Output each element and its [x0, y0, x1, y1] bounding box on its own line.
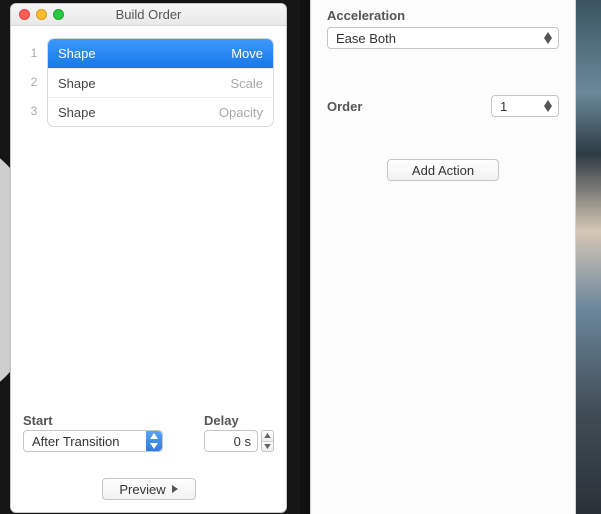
build-effect: Scale	[230, 76, 263, 91]
build-index: 2	[23, 75, 45, 89]
build-row-1[interactable]: Shape Move	[48, 39, 273, 68]
build-name: Shape	[58, 105, 96, 120]
zoom-icon[interactable]	[53, 9, 64, 20]
delay-label: Delay	[204, 413, 274, 428]
delay-field[interactable]	[204, 430, 258, 452]
acceleration-value: Ease Both	[336, 31, 396, 46]
close-icon[interactable]	[19, 9, 30, 20]
build-effect: Move	[231, 46, 263, 61]
order-popup[interactable]: 1	[491, 95, 559, 117]
build-name: Shape	[58, 76, 96, 91]
build-effect: Opacity	[219, 105, 263, 120]
build-index: 3	[23, 104, 45, 118]
chevron-up-icon	[262, 431, 273, 442]
start-value: After Transition	[32, 434, 119, 449]
play-icon	[172, 485, 178, 493]
build-name: Shape	[58, 46, 96, 61]
acceleration-label: Acceleration	[327, 8, 559, 23]
order-value: 1	[500, 99, 507, 114]
preview-label: Preview	[119, 482, 165, 497]
start-popup[interactable]: After Transition	[23, 430, 163, 452]
add-action-button[interactable]: Add Action	[387, 159, 499, 181]
updown-icon	[542, 30, 554, 46]
updown-icon	[146, 431, 162, 451]
desktop-background	[576, 0, 601, 514]
window-titlebar[interactable]: Build Order	[11, 4, 286, 26]
add-action-label: Add Action	[412, 163, 474, 178]
inspector-panel: Acceleration Ease Both Order 1 Add Actio…	[310, 0, 576, 514]
build-order-window: Build Order 1 2 3 Shape Move Shape Scale	[10, 3, 287, 513]
start-label: Start	[23, 413, 186, 428]
acceleration-popup[interactable]: Ease Both	[327, 27, 559, 49]
build-row-3[interactable]: Shape Opacity	[48, 97, 273, 126]
order-label: Order	[327, 99, 362, 114]
preview-button[interactable]: Preview	[102, 478, 196, 500]
updown-icon	[542, 98, 554, 114]
delay-stepper[interactable]	[261, 430, 274, 452]
build-row-2[interactable]: Shape Scale	[48, 68, 273, 97]
chevron-down-icon	[262, 442, 273, 452]
minimize-icon[interactable]	[36, 9, 47, 20]
build-index: 1	[23, 46, 45, 60]
